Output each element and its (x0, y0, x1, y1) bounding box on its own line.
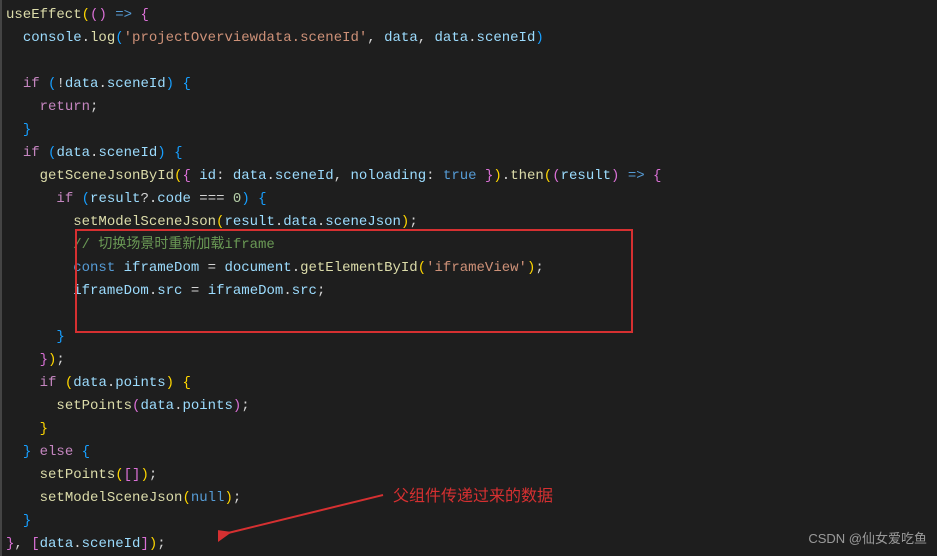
code-line (6, 50, 937, 73)
code-block: useEffect(() => { console.log('projectOv… (0, 0, 937, 556)
code-line: if (data.sceneId) { (6, 142, 937, 165)
code-line: } (6, 119, 937, 142)
code-line: getSceneJsonById({ id: data.sceneId, nol… (6, 165, 937, 188)
code-line: iframeDom.src = iframeDom.src; (6, 280, 937, 303)
code-line: setModelSceneJson(null); (6, 487, 937, 510)
code-line: } (6, 418, 937, 441)
code-line: }); (6, 349, 937, 372)
code-line: // 切换场景时重新加载iframe (6, 234, 937, 257)
code-line: setModelSceneJson(result.data.sceneJson)… (6, 211, 937, 234)
code-line: if (data.points) { (6, 372, 937, 395)
code-line: const iframeDom = document.getElementByI… (6, 257, 937, 280)
code-line: setPoints(data.points); (6, 395, 937, 418)
code-line: if (!data.sceneId) { (6, 73, 937, 96)
code-line: } else { (6, 441, 937, 464)
code-line: return; (6, 96, 937, 119)
code-line (6, 303, 937, 326)
code-line: }, [data.sceneId]); (6, 533, 937, 556)
code-line: useEffect(() => { (6, 4, 937, 27)
code-line: } (6, 510, 937, 533)
code-line: console.log('projectOverviewdata.sceneId… (6, 27, 937, 50)
code-line: if (result?.code === 0) { (6, 188, 937, 211)
code-line: } (6, 326, 937, 349)
code-line: setPoints([]); (6, 464, 937, 487)
